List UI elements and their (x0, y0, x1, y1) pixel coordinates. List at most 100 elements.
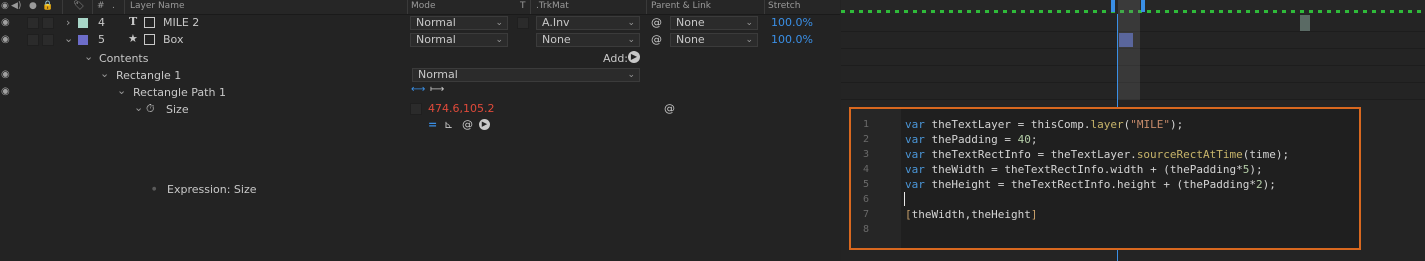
work-area-start[interactable] (1111, 0, 1115, 12)
work-area-end[interactable] (1141, 0, 1145, 12)
parent-dropdown[interactable]: None ⌄ (670, 33, 758, 47)
parent-value: None (676, 33, 705, 46)
chevron-down-icon[interactable]: ⌄ (64, 32, 73, 45)
stopwatch-icon[interactable]: ⏱ (146, 102, 155, 116)
layer-row[interactable]: ◉ ⌄ 5 ★ Box Normal ⌄ None ⌄ @ None ⌄ 100.0% (0, 32, 840, 49)
line-number: 1 (863, 119, 870, 130)
number-header[interactable]: # (97, 1, 105, 11)
pick-whip-icon[interactable]: @ (651, 33, 662, 46)
layer-row[interactable]: ◉ › 4 T MILE 2 Normal ⌄ A.Inv ⌄ @ None ⌄ 10… (0, 15, 840, 32)
contents-label: Contents (99, 52, 149, 65)
chevron-down-icon[interactable]: ⌄ (117, 84, 126, 97)
graph-icon[interactable]: ⊾ (444, 118, 453, 131)
parent-dropdown[interactable]: None ⌄ (670, 16, 758, 30)
eye-icon[interactable]: ◉ (1, 17, 10, 28)
rectangle-row[interactable]: ◉ ⌄ Rectangle 1 Normal ⌄ (0, 67, 840, 84)
mode-value: Normal (416, 16, 456, 29)
pick-whip-icon[interactable]: @ (664, 102, 675, 115)
preserve-transparency-switch[interactable] (517, 17, 529, 29)
layer-name-header[interactable]: Layer Name (130, 1, 185, 11)
enable-expression-icon[interactable]: = (428, 118, 437, 131)
rect-path-row[interactable]: ◉ ⌄ Rectangle Path 1 ⟷ ⟼ (0, 84, 840, 101)
expression-label: Expression: Size (167, 183, 257, 196)
trkmat-dropdown[interactable]: A.Inv ⌄ (536, 16, 640, 30)
rect-path-label: Rectangle Path 1 (133, 86, 226, 99)
expression-controls-row: = ⊾ @ ▶ (0, 118, 840, 135)
mode-dropdown[interactable]: Normal ⌄ (410, 16, 508, 30)
add-play-icon[interactable]: ▶ (628, 51, 640, 63)
lock-switch[interactable] (42, 17, 54, 29)
label-header-icon[interactable]: 🏷 (73, 1, 84, 11)
chevron-down-icon: ⌄ (495, 18, 503, 28)
parent-link-header[interactable]: Parent & Link (651, 1, 711, 11)
eye-icon[interactable]: ◉ (1, 69, 10, 80)
stretch-value[interactable]: 100.0% (771, 33, 813, 46)
solo-switch[interactable] (27, 17, 39, 29)
line-number: 2 (863, 134, 870, 145)
line-number-gutter: 1 2 3 4 5 6 7 8 (851, 109, 899, 248)
code-line: var theTextRectInfo = theTextLayer.sourc… (905, 148, 1290, 161)
language-menu-icon[interactable]: ▶ (479, 119, 490, 130)
timeline-header: ◉ ◀) ● 🔒 🏷 # . Layer Name Mode T .TrkMat… (0, 0, 840, 15)
parent-value: None (676, 16, 705, 29)
work-area-shade (1118, 0, 1140, 100)
chevron-down-icon: ⌄ (627, 70, 635, 80)
path-direction-icon[interactable]: ⟷ (411, 84, 425, 95)
line-number: 5 (863, 179, 870, 190)
size-value[interactable]: 474.6,105.2 (428, 102, 494, 115)
text-cursor (904, 192, 905, 206)
text-layer-icon: T (129, 15, 138, 28)
t-header[interactable]: T (520, 1, 526, 11)
label-color-swatch[interactable] (78, 35, 88, 45)
chevron-down-icon[interactable]: ⌄ (84, 50, 93, 63)
chevron-down-icon: ⌄ (745, 35, 753, 45)
lock-header-icon[interactable]: 🔒 (42, 1, 53, 11)
shape-layer-icon (144, 34, 155, 45)
chevron-down-icon: ⌄ (495, 35, 503, 45)
shape-layer-star-icon: ★ (128, 32, 138, 45)
rectangle-label: Rectangle 1 (116, 69, 182, 82)
line-number: 7 (863, 209, 870, 220)
trkmat-value: None (542, 33, 571, 46)
chevron-right-icon[interactable]: › (66, 16, 70, 29)
lock-switch[interactable] (42, 34, 54, 46)
size-row[interactable]: ⌄ ⏱ Size 474.6,105.2 @ (0, 101, 840, 118)
eye-icon[interactable]: ◉ (1, 34, 10, 45)
mode-dropdown[interactable]: Normal ⌄ (410, 33, 508, 47)
chevron-down-icon: ⌄ (745, 18, 753, 28)
code-area[interactable]: var theTextLayer = thisComp.layer("MILE"… (901, 109, 1359, 248)
pick-whip-icon[interactable]: @ (651, 16, 662, 29)
line-number: 3 (863, 149, 870, 160)
mode-header[interactable]: Mode (411, 1, 436, 11)
line-number: 6 (863, 194, 870, 205)
layer-bar[interactable] (1300, 15, 1310, 31)
contents-row[interactable]: ⌄ Contents Add: ▶ (0, 50, 840, 67)
layer-number: 5 (98, 33, 105, 46)
solo-switch[interactable] (27, 34, 39, 46)
trkmat-value: A.Inv (542, 16, 570, 29)
link-proportions-switch[interactable] (410, 103, 422, 115)
solo-header-icon[interactable]: ● (29, 1, 37, 11)
line-number: 4 (863, 164, 870, 175)
shape-layer-icon (144, 17, 155, 28)
rectangle-mode-dropdown[interactable]: Normal ⌄ (412, 68, 640, 82)
eye-header-icon[interactable]: ◉ (1, 1, 9, 11)
trkmat-header[interactable]: .TrkMat (536, 1, 569, 11)
mode-value: Normal (416, 33, 456, 46)
chevron-down-icon[interactable]: ⌄ (100, 67, 109, 80)
label-color-swatch[interactable] (78, 18, 88, 28)
layer-name[interactable]: MILE 2 (163, 16, 199, 29)
path-reverse-icon[interactable]: ⟼ (430, 84, 444, 95)
stretch-value[interactable]: 100.0% (771, 16, 813, 29)
chevron-down-icon[interactable]: ⌄ (134, 101, 143, 114)
code-line: var thePadding = 40; (905, 133, 1038, 146)
code-line: var theTextLayer = thisComp.layer("MILE"… (905, 118, 1184, 131)
stretch-header[interactable]: Stretch (768, 1, 800, 11)
trkmat-dropdown[interactable]: None ⌄ (536, 33, 640, 47)
layer-number: 4 (98, 16, 105, 29)
layer-name[interactable]: Box (163, 33, 183, 46)
eye-icon[interactable]: ◉ (1, 86, 10, 97)
expression-editor[interactable]: 1 2 3 4 5 6 7 8 var theTextLayer = thisC… (849, 107, 1361, 250)
audio-header-icon[interactable]: ◀) (11, 1, 21, 11)
pick-whip-icon[interactable]: @ (462, 118, 473, 131)
